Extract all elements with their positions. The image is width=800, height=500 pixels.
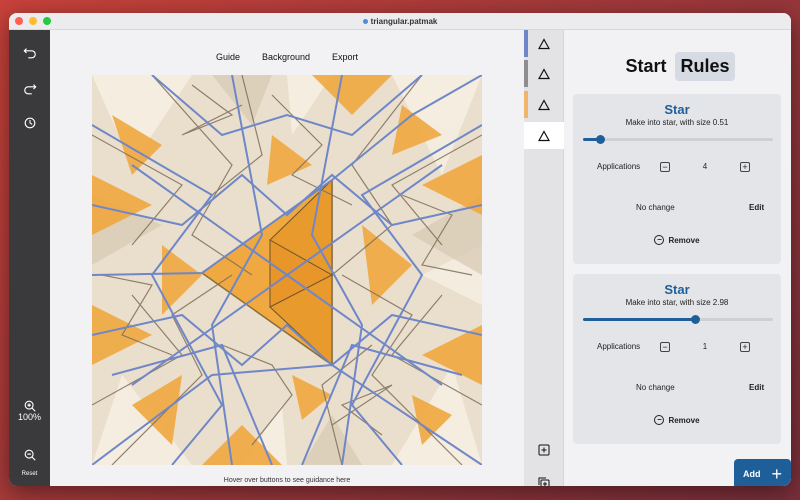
minus-circle-icon: − xyxy=(654,235,665,245)
triangle-icon xyxy=(538,67,550,79)
undo-button[interactable] xyxy=(9,42,50,64)
applications-value: 4 xyxy=(702,162,708,171)
top-menu: Guide Background Export xyxy=(50,52,524,62)
guidance-text: Hover over buttons to see guidance here xyxy=(223,477,351,484)
minus-circle-icon: − xyxy=(654,415,665,425)
shape-item-1[interactable] xyxy=(524,30,564,57)
guide-button[interactable]: Guide xyxy=(216,52,240,62)
shape-item-2[interactable] xyxy=(524,60,564,87)
add-shape-icon xyxy=(538,444,550,456)
edit-button[interactable]: Edit xyxy=(749,383,764,392)
add-shape-button[interactable] xyxy=(524,441,564,459)
change-status: No change xyxy=(636,203,675,212)
duplicate-shape-button[interactable] xyxy=(524,474,564,486)
rules-panel: Start Rules Star Make into star, with si… xyxy=(564,30,791,486)
remove-button[interactable]: − Remove xyxy=(573,415,781,425)
rule-description: Make into star, with size 0.51 xyxy=(625,118,729,127)
tab-start[interactable]: Start xyxy=(620,52,671,81)
increment-applications-button[interactable]: + xyxy=(740,342,750,352)
change-status: No change xyxy=(636,383,675,392)
applications-label: Applications xyxy=(597,342,641,351)
title-bar: triangular.patmak xyxy=(9,13,791,30)
window-title-text: triangular.patmak xyxy=(370,17,438,26)
tab-rules[interactable]: Rules xyxy=(675,52,735,81)
pattern-artwork xyxy=(92,75,482,465)
triangle-icon xyxy=(538,129,550,141)
slider-thumb[interactable] xyxy=(596,135,606,144)
shape-color-stripe xyxy=(524,60,528,87)
zoom-out-button[interactable] xyxy=(9,444,50,466)
add-label: Add xyxy=(743,469,761,479)
plus-icon: + xyxy=(771,464,782,484)
shape-color-stripe xyxy=(524,30,528,57)
rule-title: Star xyxy=(664,102,690,117)
size-slider[interactable] xyxy=(583,315,773,324)
shape-item-3[interactable] xyxy=(524,91,564,118)
remove-button[interactable]: − Remove xyxy=(573,235,781,245)
history-button[interactable] xyxy=(9,112,50,134)
triangle-icon xyxy=(538,37,550,49)
shape-color-stripe xyxy=(524,91,528,118)
reset-button[interactable]: Reset xyxy=(9,471,50,477)
app-window: triangular.patmak 100% Reset Guide Backg… xyxy=(9,13,791,486)
remove-label: Remove xyxy=(668,415,700,425)
zoom-in-icon xyxy=(24,400,36,412)
main-canvas-panel: Guide Background Export Hover over butto… xyxy=(50,30,524,486)
rule-card-2: Star Make into star, with size 2.98 Appl… xyxy=(573,274,781,444)
applications-label: Applications xyxy=(597,162,641,171)
decrement-applications-button[interactable]: − xyxy=(660,162,670,172)
rule-title: Star xyxy=(664,282,690,297)
history-icon xyxy=(24,117,35,129)
slider-thumb[interactable] xyxy=(691,315,701,324)
decrement-applications-button[interactable]: − xyxy=(660,342,670,352)
shape-list xyxy=(524,30,564,486)
pattern-canvas[interactable] xyxy=(92,75,482,465)
redo-button[interactable] xyxy=(9,78,50,100)
duplicate-shape-icon xyxy=(538,477,550,486)
shape-item-4[interactable] xyxy=(524,122,564,149)
document-icon xyxy=(362,19,368,24)
applications-row: Applications − 1 + xyxy=(573,342,781,354)
undo-icon xyxy=(23,48,36,59)
triangle-icon xyxy=(538,98,550,110)
edit-button[interactable]: Edit xyxy=(749,203,764,212)
applications-row: Applications − 4 + xyxy=(573,162,781,174)
rules-tabs: Start Rules xyxy=(564,52,791,81)
zoom-out-icon xyxy=(24,449,36,461)
remove-label: Remove xyxy=(668,235,700,245)
increment-applications-button[interactable]: + xyxy=(740,162,750,172)
background-button[interactable]: Background xyxy=(262,52,310,62)
add-rule-button[interactable]: Add + xyxy=(734,459,791,486)
left-toolbar: 100% Reset xyxy=(9,30,50,486)
rule-card-1: Star Make into star, with size 0.51 Appl… xyxy=(573,94,781,264)
window-title: triangular.patmak xyxy=(9,13,791,30)
zoom-level: 100% xyxy=(17,412,42,422)
slider-fill xyxy=(583,318,696,321)
applications-value: 1 xyxy=(702,342,708,351)
size-slider[interactable] xyxy=(583,135,773,144)
export-button[interactable]: Export xyxy=(332,52,358,62)
redo-icon xyxy=(23,84,36,95)
rule-description: Make into star, with size 2.98 xyxy=(625,298,729,307)
